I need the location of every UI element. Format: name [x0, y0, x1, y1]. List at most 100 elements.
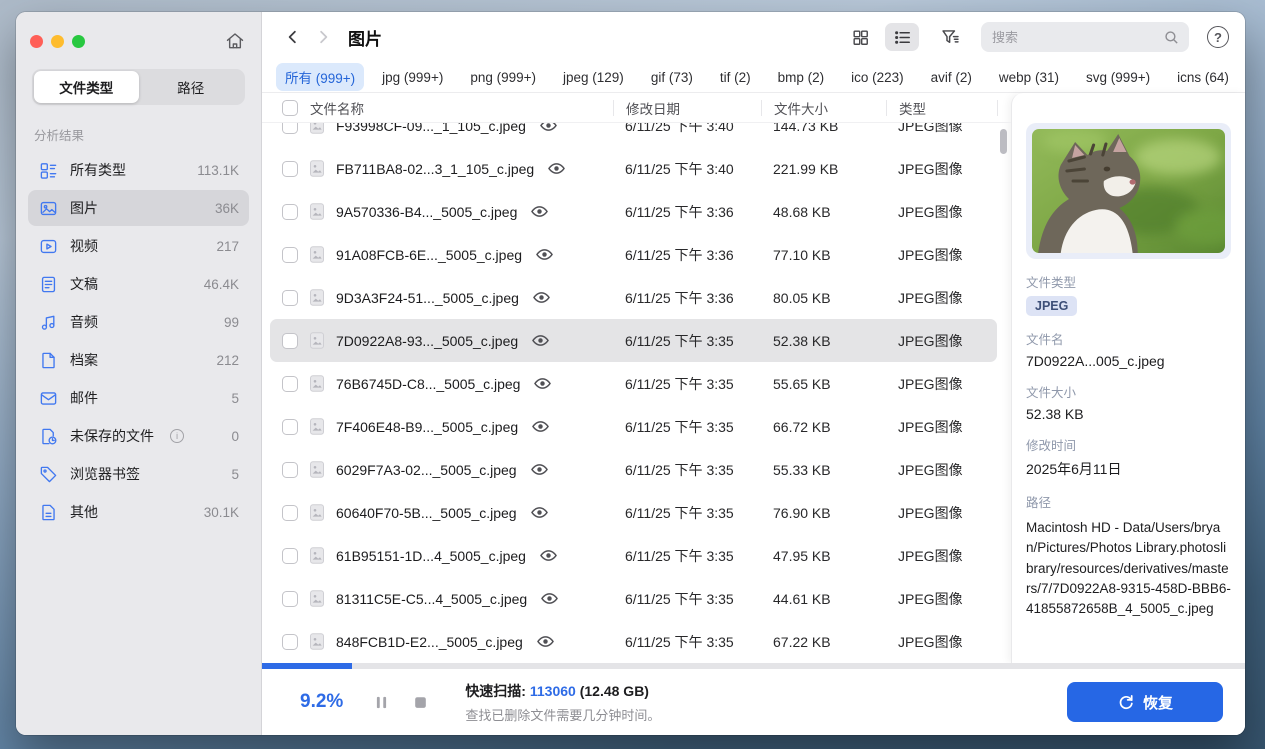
sidebar-item-archive[interactable]: 档案 212	[28, 342, 249, 378]
table-row[interactable]: 81311C5E-C5...4_5005_c.jpeg 6/11/25 下午 3…	[270, 577, 997, 620]
sidebar-item-bookmark-tag[interactable]: 浏览器书签 5	[28, 456, 249, 492]
row-checkbox[interactable]	[282, 591, 298, 607]
file-name: 61B95151-1D...4_5005_c.jpeg	[336, 548, 526, 564]
select-all-checkbox[interactable]	[282, 100, 298, 116]
preview-eye-icon[interactable]	[532, 288, 551, 307]
preview-eye-icon[interactable]	[547, 159, 566, 178]
cat-photo[interactable]	[1032, 129, 1225, 253]
stop-button[interactable]	[412, 694, 429, 711]
scan-percent: 9.2%	[300, 691, 343, 713]
row-checkbox[interactable]	[282, 123, 298, 134]
grid-view-button[interactable]	[843, 23, 877, 51]
table-row[interactable]: 7D0922A8-93..._5005_c.jpeg 6/11/25 下午 3:…	[270, 319, 997, 362]
audio-icon	[38, 313, 58, 332]
sidebar-item-document[interactable]: 文稿 46.4K	[28, 266, 249, 302]
file-thumbnail-icon	[309, 123, 325, 134]
file-name: 60640F70-5B..._5005_c.jpeg	[336, 505, 517, 521]
preview-eye-icon[interactable]	[540, 589, 559, 608]
preview-eye-icon[interactable]	[533, 374, 552, 393]
sidebar-item-video[interactable]: 视频 217	[28, 228, 249, 264]
filter-chip[interactable]: ico (223)	[842, 66, 913, 89]
file-size: 47.95 KB	[761, 548, 886, 564]
filter-chip[interactable]: tif (2)	[711, 66, 760, 89]
sidebar-item-unsaved-file[interactable]: 未保存的文件i 0	[28, 418, 249, 454]
filter-chip[interactable]: svg (999+)	[1077, 66, 1159, 89]
archive-icon	[38, 351, 58, 370]
row-checkbox[interactable]	[282, 419, 298, 435]
row-checkbox[interactable]	[282, 333, 298, 349]
preview-eye-icon[interactable]	[530, 503, 549, 522]
meta-label: 文件大小	[1026, 382, 1231, 401]
column-header-name[interactable]: 文件名称	[310, 98, 364, 118]
column-header-type[interactable]: 类型	[886, 100, 997, 116]
filter-chip[interactable]: webp (31)	[990, 66, 1068, 89]
vertical-scrollbar[interactable]	[1000, 129, 1007, 154]
filter-chip[interactable]: avif (2)	[922, 66, 981, 89]
table-row[interactable]: F93998CF-09..._1_105_c.jpeg 6/11/25 下午 3…	[270, 123, 997, 147]
tab-file-type[interactable]: 文件类型	[34, 71, 139, 103]
row-checkbox[interactable]	[282, 548, 298, 564]
file-size: 52.38 KB	[761, 333, 886, 349]
preview-eye-icon[interactable]	[531, 417, 550, 436]
sidebar-item-other-file[interactable]: 其他 30.1K	[28, 494, 249, 530]
preview-eye-icon[interactable]	[536, 632, 555, 651]
sidebar-item-all-types[interactable]: 所有类型 113.1K	[28, 152, 249, 188]
row-checkbox[interactable]	[282, 204, 298, 220]
preview-eye-icon[interactable]	[539, 123, 558, 135]
table-row[interactable]: 91A08FCB-6E..._5005_c.jpeg 6/11/25 下午 3:…	[270, 233, 997, 276]
analysis-result-label: 分析结果	[34, 125, 243, 144]
sidebar-category-list: 所有类型 113.1K 图片 36K 视频 217 文稿 46.4K 音频 99…	[16, 152, 261, 530]
preview-eye-icon[interactable]	[530, 202, 549, 221]
preview-eye-icon[interactable]	[535, 245, 554, 264]
search-field[interactable]	[981, 22, 1189, 52]
column-header-size[interactable]: 文件大小	[761, 100, 886, 116]
table-row[interactable]: 6029F7A3-02..._5005_c.jpeg 6/11/25 下午 3:…	[270, 448, 997, 491]
filter-chip[interactable]: png (999+)	[461, 66, 545, 89]
pause-button[interactable]	[373, 694, 390, 711]
table-row[interactable]: 9D3A3F24-51..._5005_c.jpeg 6/11/25 下午 3:…	[270, 276, 997, 319]
filter-chip[interactable]: 所有 (999+)	[276, 63, 364, 91]
sidebar-item-mail[interactable]: 邮件 5	[28, 380, 249, 416]
tab-path[interactable]: 路径	[139, 71, 244, 103]
row-checkbox[interactable]	[282, 290, 298, 306]
column-header-date[interactable]: 修改日期	[613, 100, 761, 116]
info-icon[interactable]: i	[170, 429, 184, 443]
table-row[interactable]: FB711BA8-02...3_1_105_c.jpeg 6/11/25 下午 …	[270, 147, 997, 190]
filter-funnel-icon[interactable]	[933, 23, 967, 51]
minimize-window-button[interactable]	[51, 35, 64, 48]
recover-button[interactable]: 恢复	[1067, 682, 1223, 722]
help-icon[interactable]: ?	[1207, 26, 1229, 48]
row-checkbox[interactable]	[282, 505, 298, 521]
row-checkbox[interactable]	[282, 161, 298, 177]
row-checkbox[interactable]	[282, 376, 298, 392]
file-thumbnail-icon	[309, 160, 325, 177]
back-button[interactable]	[280, 24, 306, 50]
list-view-button[interactable]	[885, 23, 919, 51]
sidebar-item-image[interactable]: 图片 36K	[28, 190, 249, 226]
table-row[interactable]: 61B95151-1D...4_5005_c.jpeg 6/11/25 下午 3…	[270, 534, 997, 577]
close-window-button[interactable]	[30, 35, 43, 48]
row-checkbox[interactable]	[282, 462, 298, 478]
search-input[interactable]	[992, 30, 1163, 45]
filter-chip[interactable]: bmp (2)	[769, 66, 834, 89]
filter-chip[interactable]: jpeg (129)	[554, 66, 633, 89]
forward-button[interactable]	[310, 24, 336, 50]
preview-eye-icon[interactable]	[531, 331, 550, 350]
category-count: 0	[231, 429, 239, 444]
row-checkbox[interactable]	[282, 634, 298, 650]
sidebar-item-audio[interactable]: 音频 99	[28, 304, 249, 340]
file-type: JPEG图像	[886, 159, 997, 179]
table-row[interactable]: 848FCB1D-E2..._5005_c.jpeg 6/11/25 下午 3:…	[270, 620, 997, 663]
preview-eye-icon[interactable]	[539, 546, 558, 565]
table-row[interactable]: 9A570336-B4..._5005_c.jpeg 6/11/25 下午 3:…	[270, 190, 997, 233]
preview-eye-icon[interactable]	[530, 460, 549, 479]
zoom-window-button[interactable]	[72, 35, 85, 48]
filter-chip[interactable]: icns (64)	[1168, 66, 1238, 89]
table-row[interactable]: 76B6745D-C8..._5005_c.jpeg 6/11/25 下午 3:…	[270, 362, 997, 405]
home-icon[interactable]	[225, 31, 245, 51]
filter-chip[interactable]: gif (73)	[642, 66, 702, 89]
table-row[interactable]: 60640F70-5B..._5005_c.jpeg 6/11/25 下午 3:…	[270, 491, 997, 534]
filter-chip[interactable]: jpg (999+)	[373, 66, 452, 89]
table-row[interactable]: 7F406E48-B9..._5005_c.jpeg 6/11/25 下午 3:…	[270, 405, 997, 448]
row-checkbox[interactable]	[282, 247, 298, 263]
